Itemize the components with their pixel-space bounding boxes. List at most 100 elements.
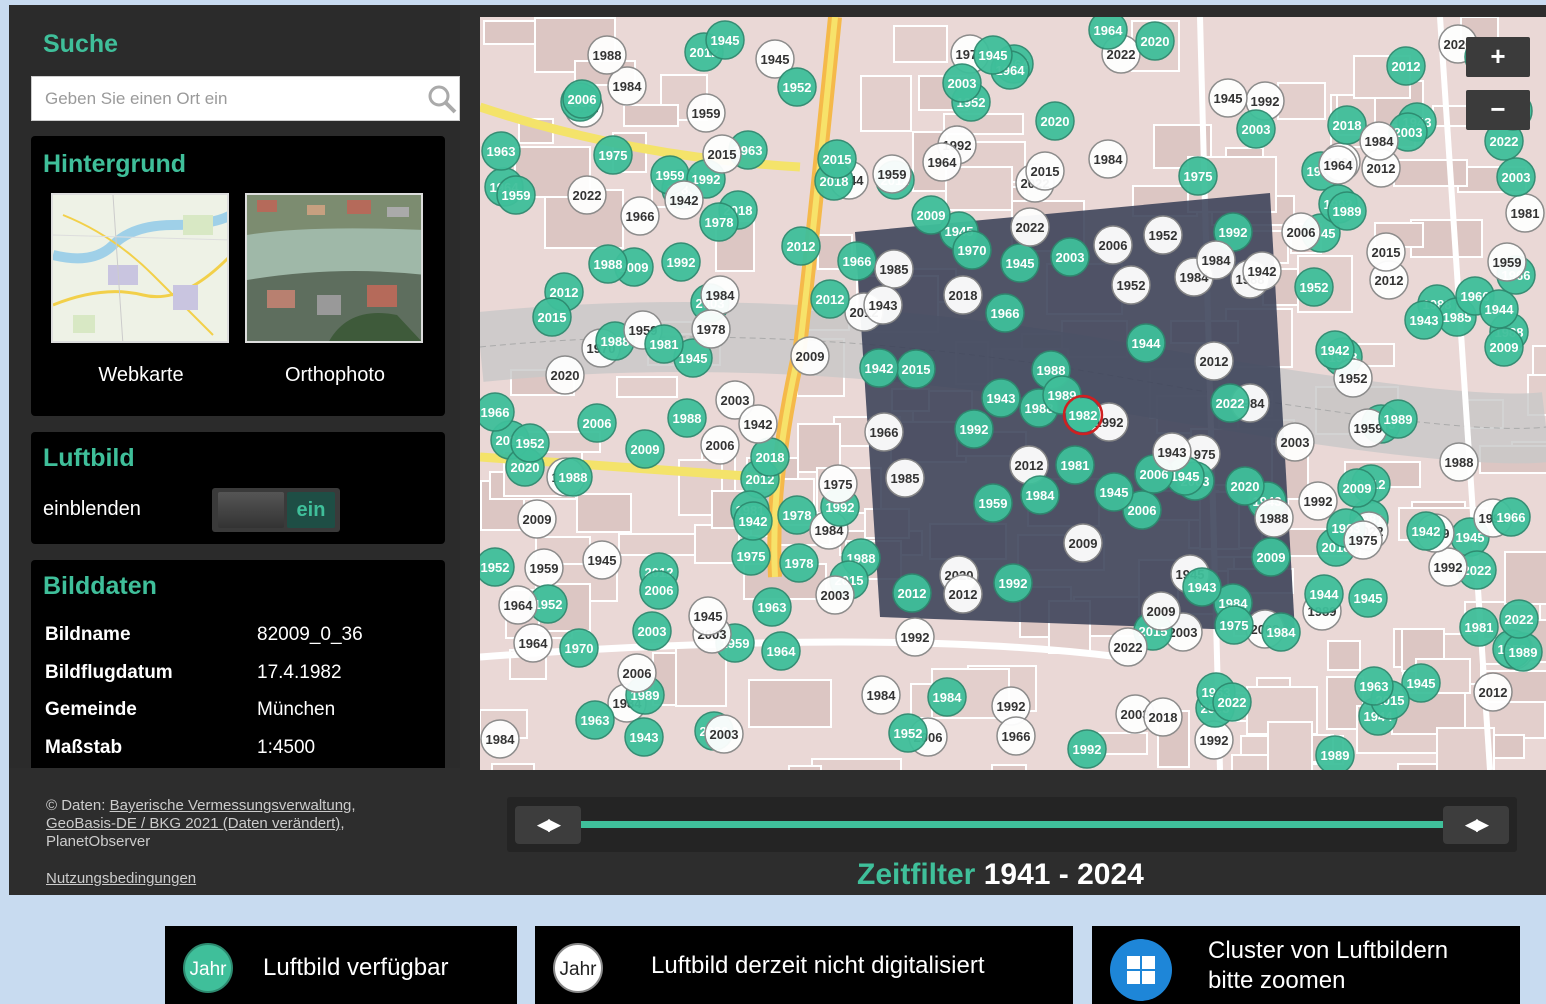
aerial-photo-marker[interactable]: 1992: [661, 242, 701, 282]
aerial-photo-marker[interactable]: 1970: [559, 628, 599, 668]
aerial-photo-marker[interactable]: 2006: [617, 653, 657, 693]
aerial-photo-marker[interactable]: 2003: [632, 611, 672, 651]
aerial-photo-marker[interactable]: 2003: [1236, 109, 1276, 149]
aerial-photo-marker[interactable]: 2022: [1499, 599, 1539, 639]
slider-handle-right[interactable]: ◀▶: [1443, 806, 1509, 844]
aerial-photo-marker[interactable]: 1964: [498, 585, 538, 625]
aerial-photo-marker[interactable]: 1964: [1318, 145, 1358, 185]
aerial-photo-marker[interactable]: 1943: [1404, 300, 1444, 340]
aerial-photo-marker[interactable]: 1992: [1067, 729, 1107, 769]
aerial-photo-marker[interactable]: 1966: [864, 412, 904, 452]
aerial-photo-marker[interactable]: 1978: [691, 309, 731, 349]
aerial-photo-marker[interactable]: 1942: [733, 501, 773, 541]
aerial-photo-marker[interactable]: 1966: [480, 392, 515, 432]
aerial-photo-marker[interactable]: 2009: [625, 429, 665, 469]
aerial-photo-marker[interactable]: 1984: [1359, 121, 1399, 161]
aerial-photo-marker[interactable]: 1981: [1055, 445, 1095, 485]
terms-link[interactable]: Nutzungsbedingungen: [46, 870, 196, 887]
aerial-photo-marker[interactable]: 1992: [1428, 547, 1468, 587]
aerial-photo-marker[interactable]: 2009: [790, 336, 830, 376]
aerial-photo-marker[interactable]: 1989: [1327, 191, 1367, 231]
aerial-photo-marker[interactable]: 1966: [1491, 497, 1531, 537]
aerial-photo-marker[interactable]: 1985: [885, 458, 925, 498]
aerial-photo-marker[interactable]: 2012: [1473, 672, 1513, 712]
aerial-photo-marker[interactable]: 1992: [954, 409, 994, 449]
aerial-photo-marker[interactable]: 1959: [872, 154, 912, 194]
aerial-photo-marker[interactable]: 1981: [1459, 607, 1499, 647]
aerial-photo-marker[interactable]: 1970: [952, 230, 992, 270]
aerial-photo-marker[interactable]: 1966: [996, 716, 1036, 756]
aerial-photo-marker[interactable]: 1984: [1088, 139, 1128, 179]
aerial-photo-marker[interactable]: 2018: [1143, 697, 1183, 737]
aerial-photo-marker[interactable]: 1943: [624, 717, 664, 757]
aerial-photo-marker[interactable]: 2003: [1496, 157, 1536, 197]
aerial-photo-marker[interactable]: 1945: [705, 20, 745, 60]
map-canvas[interactable]: 2006 2018 1975 1963 2012 2022 1984 1945 1945 1992…: [480, 17, 1546, 770]
aerial-photo-marker[interactable]: 1944: [1304, 574, 1344, 614]
aerial-photo-marker[interactable]: 1984: [927, 677, 967, 717]
aerial-photo-marker[interactable]: 2003: [942, 63, 982, 103]
aerial-photo-marker[interactable]: 2020: [1035, 101, 1075, 141]
aerial-photo-marker[interactable]: 1942: [1242, 251, 1282, 291]
aerial-photo-marker[interactable]: 2020: [1135, 21, 1175, 61]
aerial-photo-marker[interactable]: 2022: [567, 175, 607, 215]
aerial-photo-marker[interactable]: 1944: [1479, 289, 1519, 329]
aerial-photo-marker[interactable]: 1942: [859, 348, 899, 388]
aerial-photo-marker[interactable]: 1943: [1152, 432, 1192, 472]
aerial-photo-marker[interactable]: 1942: [1406, 511, 1446, 551]
aerial-toggle[interactable]: ein: [212, 488, 340, 532]
aerial-photo-marker[interactable]: 1984: [861, 675, 901, 715]
aerial-photo-marker[interactable]: 2006: [1093, 225, 1133, 265]
aerial-photo-marker[interactable]: 1964: [1088, 17, 1128, 50]
webkarte-thumbnail[interactable]: [51, 193, 229, 343]
aerial-photo-marker[interactable]: 1959: [1487, 242, 1527, 282]
aerial-photo-marker[interactable]: 1945: [688, 596, 728, 636]
aerial-photo-marker[interactable]: 1975: [593, 135, 633, 175]
aerial-photo-marker[interactable]: 2012: [1194, 341, 1234, 381]
aerial-photo-marker[interactable]: 2015: [896, 349, 936, 389]
aerial-photo-marker[interactable]: 2003: [1050, 237, 1090, 277]
aerial-photo-marker[interactable]: 1992: [993, 563, 1033, 603]
aerial-photo-marker[interactable]: 2009: [1251, 537, 1291, 577]
aerial-photo-marker[interactable]: 1978: [699, 202, 739, 242]
zoom-in-button[interactable]: +: [1466, 37, 1530, 77]
aerial-photo-marker[interactable]: 2006: [577, 403, 617, 443]
aerial-photo-marker[interactable]: 2012: [1386, 46, 1426, 86]
aerial-photo-marker[interactable]: 1963: [575, 700, 615, 740]
aerial-photo-marker[interactable]: 2012: [810, 279, 850, 319]
aerial-photo-marker[interactable]: 2022: [1210, 383, 1250, 423]
aerial-photo-marker[interactable]: 1959: [496, 175, 536, 215]
webkarte-label[interactable]: Webkarte: [51, 364, 231, 387]
aerial-photo-marker[interactable]: 2009: [517, 499, 557, 539]
aerial-photo-marker[interactable]: 1959: [686, 93, 726, 133]
aerial-photo-marker[interactable]: 1981: [644, 324, 684, 364]
aerial-photo-marker[interactable]: 2015: [817, 139, 857, 179]
slider-rail[interactable]: [577, 821, 1447, 828]
aerial-photo-marker[interactable]: 1942: [738, 404, 778, 444]
aerial-photo-marker[interactable]: 1988: [667, 398, 707, 438]
aerial-photo-marker[interactable]: 2015: [702, 134, 742, 174]
aerial-photo-marker[interactable]: 1964: [761, 631, 801, 671]
aerial-photo-marker[interactable]: 1963: [481, 131, 521, 171]
aerial-photo-marker[interactable]: 1945: [582, 540, 622, 580]
aerial-photo-marker[interactable]: 1959: [524, 548, 564, 588]
aerial-photo-marker[interactable]: 2015: [532, 297, 572, 337]
aerial-photo-marker[interactable]: 2012: [781, 226, 821, 266]
aerial-photo-marker[interactable]: 1992: [895, 617, 935, 657]
aerial-photo-marker[interactable]: 2015: [1025, 151, 1065, 191]
aerial-photo-marker[interactable]: 1943: [981, 378, 1021, 418]
aerial-photo-marker[interactable]: 2003: [1275, 422, 1315, 462]
credits-link-bvv[interactable]: Bayerische Vermessungsverwaltung,: [110, 797, 356, 814]
aerial-photo-marker[interactable]: 1952: [888, 713, 928, 753]
aerial-photo-marker[interactable]: 1952: [510, 423, 550, 463]
aerial-photo-marker[interactable]: 1975: [1178, 156, 1218, 196]
aerial-photo-marker[interactable]: 1966: [837, 241, 877, 281]
aerial-photo-marker[interactable]: 1943: [863, 285, 903, 325]
time-slider[interactable]: ◀▶ ◀▶: [507, 797, 1517, 852]
aerial-photo-marker[interactable]: 1963: [752, 587, 792, 627]
aerial-photo-marker[interactable]: 1952: [777, 67, 817, 107]
aerial-photo-marker[interactable]: 1988: [588, 244, 628, 284]
aerial-photo-marker[interactable]: 1975: [818, 464, 858, 504]
map-svg[interactable]: 2006 2018 1975 1963 2012 2022 1984 1945 1945 1992…: [480, 17, 1546, 770]
aerial-photo-marker[interactable]: 2006: [562, 79, 602, 119]
